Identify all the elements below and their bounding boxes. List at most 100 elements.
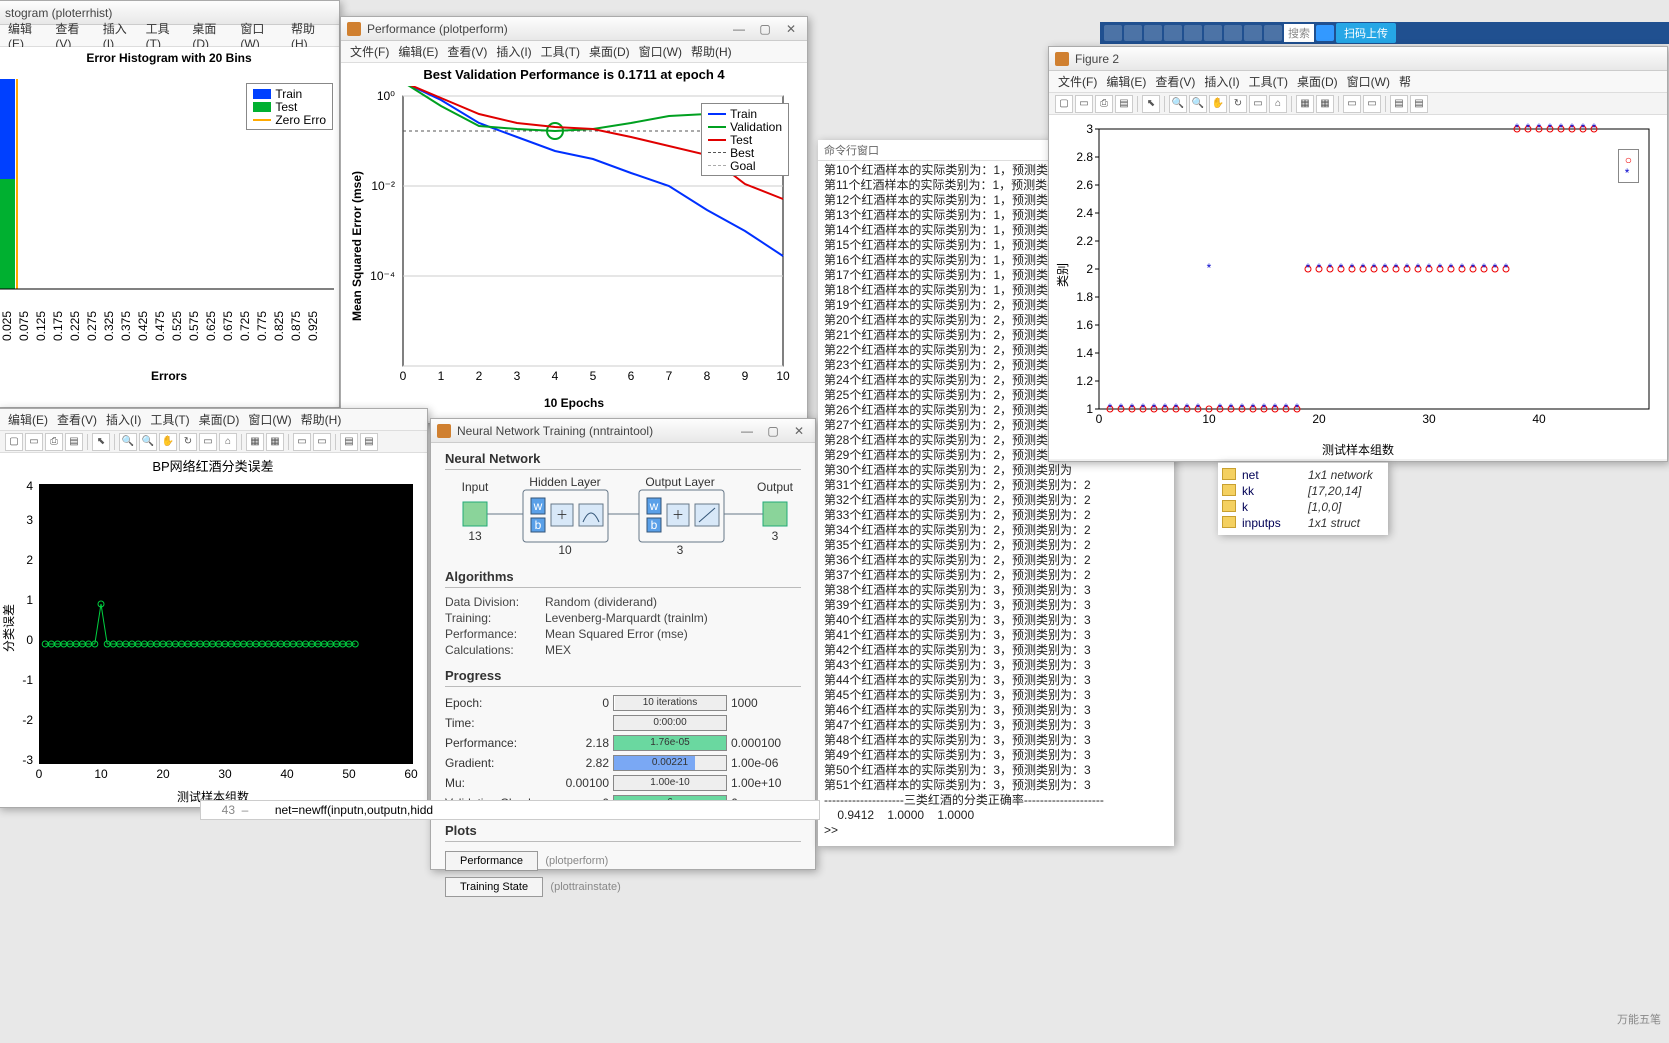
toolbar-button[interactable]: ▢	[1055, 95, 1073, 113]
toolbar-button[interactable]: ✋	[159, 433, 177, 451]
section-progress: Progress	[445, 668, 801, 687]
toolbar-button[interactable]: ▭	[1249, 95, 1267, 113]
toolbar-button[interactable]: ⎙	[1095, 95, 1113, 113]
toolbar-button[interactable]: ⌂	[1269, 95, 1287, 113]
menu-tools[interactable]: 工具(T)	[1246, 72, 1291, 91]
chart-title: Best Validation Performance is 0.1711 at…	[341, 63, 807, 86]
close-button[interactable]: ✕	[789, 424, 809, 438]
workspace-var[interactable]: kk[17,20,14]	[1222, 483, 1384, 499]
toolbar-button[interactable]: ▦	[1296, 95, 1314, 113]
strip-icon[interactable]	[1164, 25, 1182, 41]
toolbar-button[interactable]: ▭	[25, 433, 43, 451]
strip-icon[interactable]	[1224, 25, 1242, 41]
menu-help[interactable]: 帮助(H)	[688, 42, 735, 61]
cmd-line: >>	[824, 823, 1168, 838]
toolbar-button[interactable]: ▦	[246, 433, 264, 451]
toolbar-button[interactable]: ⎙	[45, 433, 63, 451]
toolbar-button[interactable]: ⬉	[92, 433, 110, 451]
bp-error-plot: BP网络红酒分类误差 -3-2 -10 12 34 010 2030 4050 …	[0, 453, 427, 807]
menu-desktop[interactable]: 桌面(D)	[196, 410, 243, 429]
maximize-button[interactable]: ▢	[763, 424, 783, 438]
toolbar-button[interactable]: ▭	[1075, 95, 1093, 113]
toolbar-button[interactable]: ⌂	[219, 433, 237, 451]
close-button[interactable]: ✕	[781, 22, 801, 36]
strip-icon[interactable]	[1204, 25, 1222, 41]
workspace-table[interactable]: net1x1 networkkk[17,20,14]k[1,0,0]inputp…	[1218, 462, 1388, 535]
toolbar-button[interactable]: ✋	[1209, 95, 1227, 113]
strip-icon[interactable]	[1184, 25, 1202, 41]
menu-tools[interactable]: 工具(T)	[538, 42, 583, 61]
menu-edit[interactable]: 编辑(E)	[5, 410, 51, 429]
menu-insert[interactable]: 插入(I)	[1201, 72, 1242, 91]
toolbar-button[interactable]: ▭	[313, 433, 331, 451]
menu-help[interactable]: 帮助(H)	[298, 410, 345, 429]
toolbar-button[interactable]: ▭	[1363, 95, 1381, 113]
toolbar-button[interactable]: ▦	[266, 433, 284, 451]
toolbar-button[interactable]: ▤	[360, 433, 378, 451]
toolbar-button[interactable]: ↻	[1229, 95, 1247, 113]
svg-text:0.625: 0.625	[204, 311, 218, 341]
menu-window[interactable]: 窗口(W)	[1344, 72, 1393, 91]
workspace-var[interactable]: k[1,0,0]	[1222, 499, 1384, 515]
workspace-var[interactable]: inputps1x1 struct	[1222, 515, 1384, 531]
menu-tools[interactable]: 工具(T)	[147, 410, 192, 429]
svg-text:1: 1	[26, 593, 33, 607]
plot-trainstate-button[interactable]: Training State	[445, 877, 543, 897]
toolbar-button[interactable]: 🔍	[119, 433, 137, 451]
search-box[interactable]: 搜索	[1284, 24, 1314, 42]
workspace-var[interactable]: net1x1 network	[1222, 467, 1384, 483]
editor-line[interactable]: 43 – net=newff(inputn,outputn,hidd	[200, 800, 820, 820]
toolbar-button[interactable]: ⬉	[1142, 95, 1160, 113]
titlebar[interactable]: Neural Network Training (nntraintool) — …	[431, 419, 815, 443]
upload-badge[interactable]: 扫码上传	[1336, 23, 1396, 43]
menu-view[interactable]: 查看(V)	[54, 410, 100, 429]
strip-icon[interactable]	[1264, 25, 1282, 41]
toolbar-button[interactable]: ▢	[5, 433, 23, 451]
cmd-line: 第42个红酒样本的实际类别为：3，预测类别为：3	[824, 643, 1168, 658]
minimize-button[interactable]: —	[737, 424, 757, 438]
menu-desktop[interactable]: 桌面(D)	[586, 42, 633, 61]
menu-window[interactable]: 窗口(W)	[636, 42, 685, 61]
toolbar-button[interactable]: ▤	[340, 433, 358, 451]
svg-text:*: *	[1130, 401, 1135, 415]
toolbar-button[interactable]: ▦	[1316, 95, 1334, 113]
cloud-icon[interactable]	[1316, 25, 1334, 41]
toolbar-button[interactable]: ↻	[179, 433, 197, 451]
strip-icon[interactable]	[1124, 25, 1142, 41]
toolbar-button[interactable]: 🔍	[1189, 95, 1207, 113]
toolbar-button[interactable]: 🔍	[1169, 95, 1187, 113]
menu-view[interactable]: 查看(V)	[1152, 72, 1198, 91]
titlebar[interactable]: Performance (plotperform) — ▢ ✕	[341, 17, 807, 41]
toolbar-button[interactable]: ▭	[199, 433, 217, 451]
toolbar-button[interactable]: ▤	[1115, 95, 1133, 113]
strip-icon[interactable]	[1144, 25, 1162, 41]
menu-file[interactable]: 文件(F)	[347, 42, 392, 61]
menu-insert[interactable]: 插入(I)	[103, 410, 144, 429]
menu-edit[interactable]: 编辑(E)	[1103, 72, 1149, 91]
toolbar-button[interactable]: ▭	[1343, 95, 1361, 113]
strip-icon[interactable]	[1104, 25, 1122, 41]
menu-window[interactable]: 窗口(W)	[245, 410, 294, 429]
toolbar-button[interactable]: ▭	[293, 433, 311, 451]
toolbar-button[interactable]: ▤	[65, 433, 83, 451]
menu-edit[interactable]: 编辑(E)	[395, 42, 441, 61]
section-nn: Neural Network	[445, 451, 801, 470]
strip-icon[interactable]	[1244, 25, 1262, 41]
workspace-panel: net1x1 networkkk[17,20,14]k[1,0,0]inputp…	[1218, 462, 1388, 534]
minimize-button[interactable]: —	[729, 22, 749, 36]
svg-text:1.4: 1.4	[1076, 346, 1093, 360]
menu-file[interactable]: 文件(F)	[1055, 72, 1100, 91]
plot-performance-button[interactable]: Performance	[445, 851, 538, 871]
menu-desktop[interactable]: 桌面(D)	[1294, 72, 1341, 91]
toolbar-button[interactable]: ▤	[1410, 95, 1428, 113]
menu-insert[interactable]: 插入(I)	[493, 42, 534, 61]
toolbar-button[interactable]: ▤	[1390, 95, 1408, 113]
toolbar-button[interactable]: 🔍	[139, 433, 157, 451]
y-label: 分类误差	[2, 604, 16, 652]
maximize-button[interactable]: ▢	[755, 22, 775, 36]
svg-text:*: *	[1383, 261, 1388, 275]
menu-view[interactable]: 查看(V)	[444, 42, 490, 61]
titlebar[interactable]: Figure 2	[1049, 47, 1667, 71]
menu-help[interactable]: 帮	[1396, 72, 1414, 91]
legend-item: Goal	[730, 159, 755, 173]
